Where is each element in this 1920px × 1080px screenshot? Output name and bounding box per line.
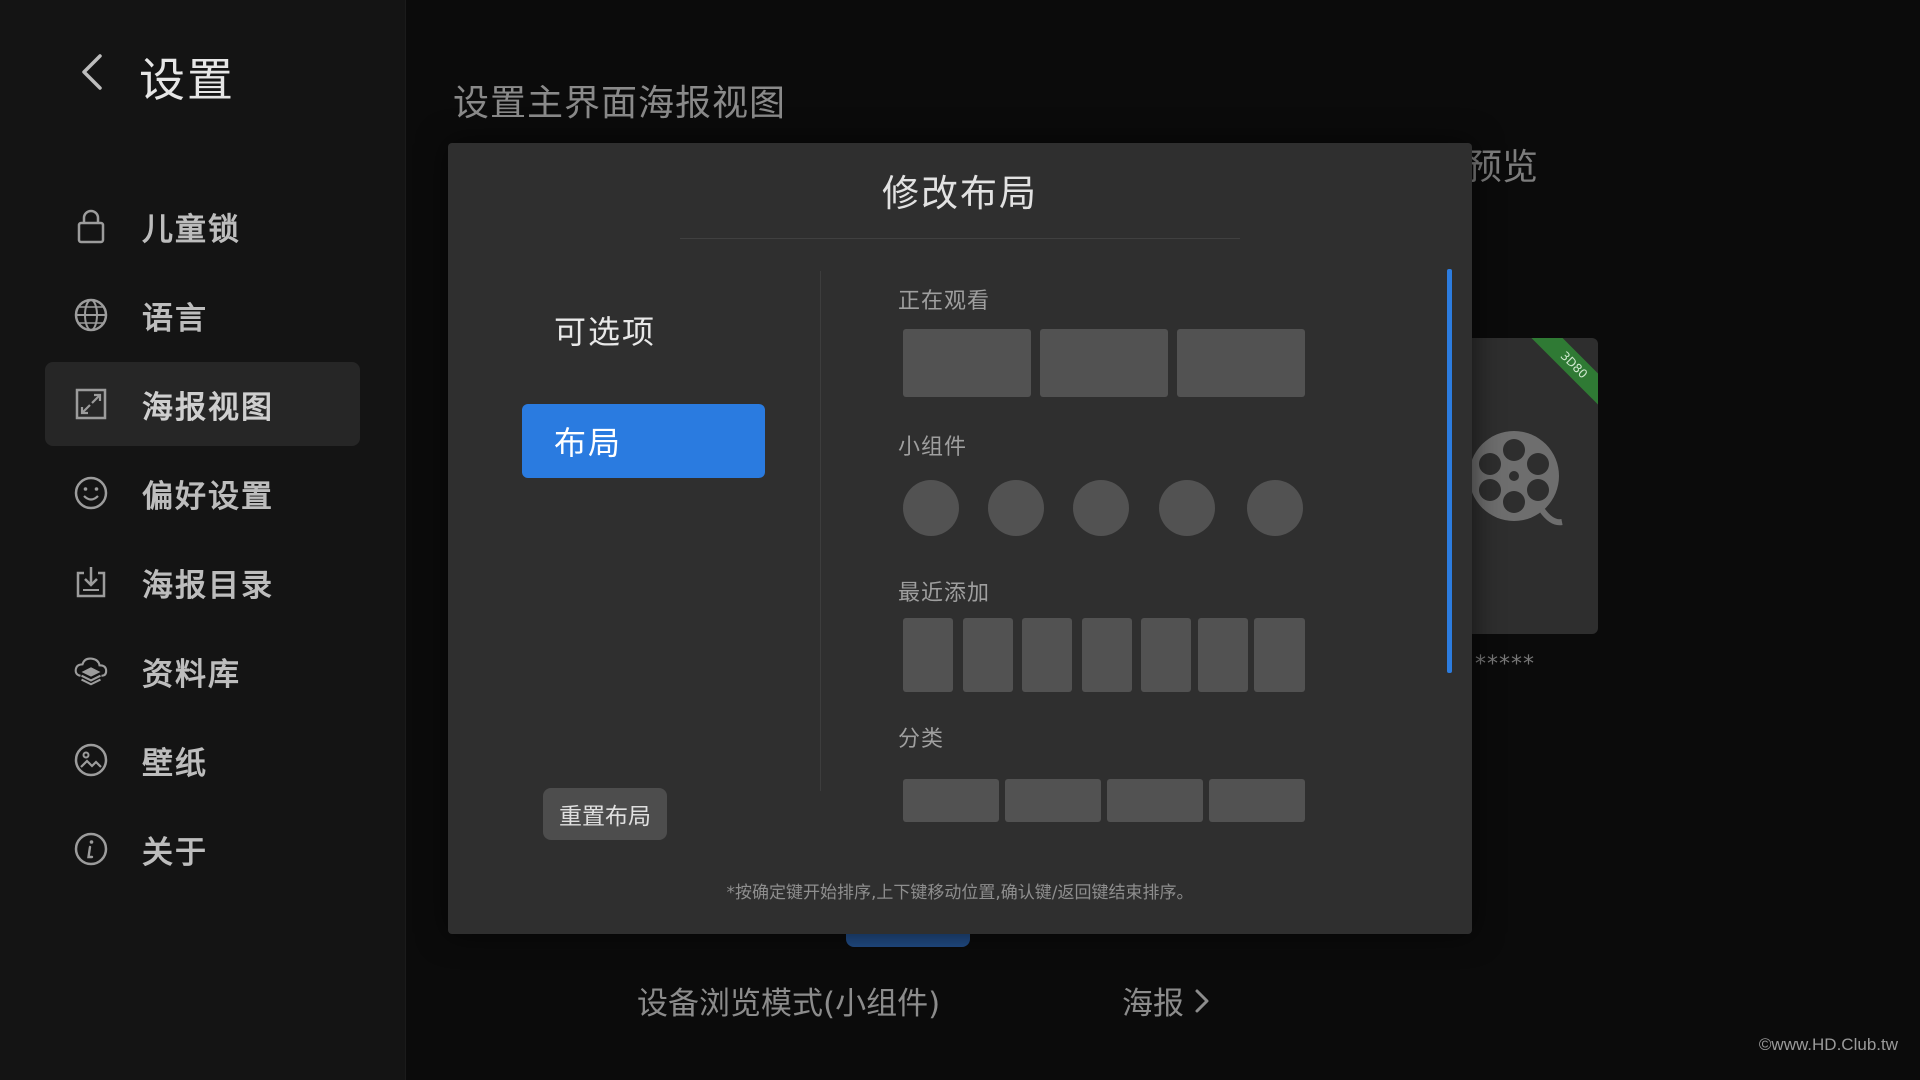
section-label-recent: 最近添加 bbox=[898, 581, 991, 606]
sidebar-item-parental-lock[interactable]: 儿童锁 bbox=[45, 184, 360, 268]
sidebar-item-poster-directory[interactable]: 海报目录 bbox=[45, 540, 360, 624]
layers-icon bbox=[73, 653, 109, 689]
lock-icon bbox=[73, 208, 109, 244]
sidebar-item-label: 资料库 bbox=[142, 656, 241, 693]
poster-rating: ***** bbox=[1475, 652, 1535, 677]
section-label-categories: 分类 bbox=[898, 727, 945, 752]
poster-preview: 3D80 bbox=[1466, 338, 1598, 634]
sidebar-item-label: 偏好设置 bbox=[142, 478, 274, 515]
recent-placeholder bbox=[903, 618, 953, 692]
globe-icon bbox=[73, 297, 109, 333]
settings-sidebar: 设置 儿童锁 语言 海报视图 偏好设置 海报目录 资料库 壁纸 关于 bbox=[0, 0, 406, 1080]
preview-label: 预览 bbox=[1466, 147, 1539, 188]
sidebar-item-about[interactable]: 关于 bbox=[45, 807, 360, 891]
widget-placeholder bbox=[1073, 480, 1129, 536]
category-placeholder bbox=[903, 779, 999, 822]
recent-placeholder bbox=[1198, 618, 1248, 692]
hint-text: *按确定键开始排序,上下键移动位置,确认键/返回键结束排序。 bbox=[726, 883, 1194, 903]
sidebar-item-label: 语言 bbox=[142, 300, 208, 337]
category-placeholder bbox=[1209, 779, 1305, 822]
scrollbar[interactable] bbox=[1447, 269, 1452, 673]
sidebar-title: 设置 bbox=[139, 53, 235, 107]
sidebar-item-label: 海报目录 bbox=[142, 567, 274, 604]
sidebar-item-preferences[interactable]: 偏好设置 bbox=[45, 451, 360, 535]
sidebar-item-wallpaper[interactable]: 壁纸 bbox=[45, 718, 360, 802]
section-label-widgets: 小组件 bbox=[898, 435, 968, 460]
poster-link-label: 海报 bbox=[1122, 986, 1184, 1022]
sidebar-item-poster-view[interactable]: 海报视图 bbox=[45, 362, 360, 446]
sidebar-item-label: 壁纸 bbox=[142, 745, 208, 782]
sidebar-item-label: 儿童锁 bbox=[142, 211, 241, 248]
dialog-title: 修改布局 bbox=[882, 172, 1038, 215]
chevron-right-icon bbox=[1195, 989, 1209, 1012]
settings-menu: 儿童锁 语言 海报视图 偏好设置 海报目录 资料库 壁纸 关于 bbox=[45, 184, 360, 896]
recent-placeholder bbox=[963, 618, 1013, 692]
poster-link[interactable]: 海报 bbox=[1122, 978, 1210, 1023]
recent-placeholder bbox=[1254, 618, 1305, 692]
sidebar-item-library[interactable]: 资料库 bbox=[45, 629, 360, 713]
image-icon bbox=[73, 742, 109, 778]
category-placeholder bbox=[1005, 779, 1101, 822]
category-placeholder bbox=[1107, 779, 1203, 822]
sidebar-item-language[interactable]: 语言 bbox=[45, 273, 360, 357]
recent-placeholder bbox=[1022, 618, 1072, 692]
reset-layout-button[interactable]: 重置布局 bbox=[543, 788, 667, 840]
panel-divider bbox=[820, 271, 821, 791]
recent-placeholder bbox=[1141, 618, 1191, 692]
widget-placeholder bbox=[1247, 480, 1303, 536]
download-icon bbox=[73, 564, 109, 600]
chevron-left-icon bbox=[82, 54, 102, 90]
title-divider bbox=[680, 238, 1240, 239]
info-icon bbox=[73, 831, 109, 867]
smiley-icon bbox=[73, 475, 109, 511]
sidebar-item-label: 关于 bbox=[142, 834, 208, 871]
watermark: ©www.HD.Club.tw bbox=[1758, 1035, 1898, 1054]
recent-placeholder bbox=[1082, 618, 1132, 692]
page-title: 设置主界面海报视图 bbox=[453, 83, 787, 124]
watching-placeholder bbox=[1177, 329, 1305, 397]
widget-placeholder bbox=[1159, 480, 1215, 536]
widget-placeholder bbox=[988, 480, 1044, 536]
watching-placeholder bbox=[1040, 329, 1168, 397]
section-label-watching: 正在观看 bbox=[898, 289, 991, 314]
film-reel-icon bbox=[1469, 431, 1563, 526]
widget-placeholder bbox=[903, 480, 959, 536]
watching-placeholder bbox=[903, 329, 1031, 397]
tab-options[interactable]: 可选项 bbox=[522, 293, 765, 367]
poster-badge: 3D80 bbox=[1530, 338, 1598, 409]
tab-layout[interactable]: 布局 bbox=[522, 404, 765, 478]
browse-mode-label[interactable]: 设备浏览模式(小组件) bbox=[637, 978, 940, 1023]
edit-layout-dialog: 修改布局 可选项 布局 重置布局 正在观看 小组件 最近添加 分类 *按确定键开… bbox=[448, 143, 1472, 934]
sidebar-item-label: 海报视图 bbox=[142, 389, 274, 426]
expand-icon bbox=[73, 386, 109, 422]
back-button[interactable] bbox=[72, 50, 112, 94]
